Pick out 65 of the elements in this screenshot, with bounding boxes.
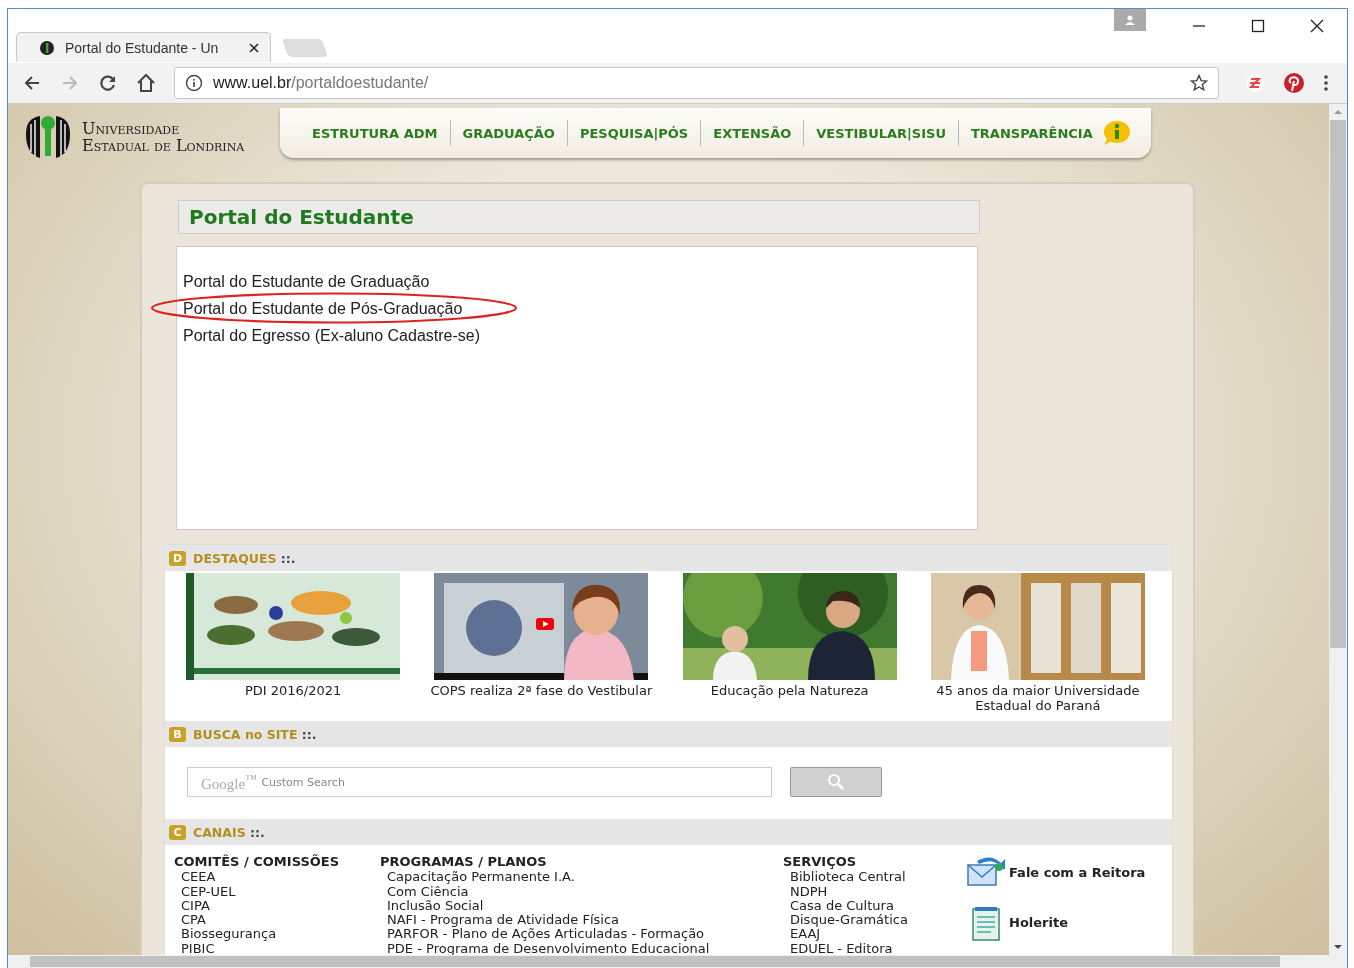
channel-link[interactable]: Capacitação Permanente I.A. — [380, 870, 783, 885]
channel-link[interactable]: PDE - Programa de Desenvolvimento Educacional — [380, 941, 783, 955]
scrollbar[interactable] — [8, 955, 1347, 968]
university-name: Universidade — [82, 120, 181, 137]
section-title: DESTAQUES ::. — [193, 550, 296, 566]
channel-link[interactable]: Com Ciência — [380, 884, 783, 899]
column-heading: PROGRAMAS / PLANOS — [380, 855, 548, 870]
reload-icon[interactable] — [98, 73, 118, 93]
channel-link[interactable]: Disque-Gramática — [783, 913, 965, 928]
channel-link[interactable]: NAFI - Programa de Atividade Física — [380, 913, 783, 928]
home-icon[interactable] — [136, 73, 156, 93]
thumbnail-caption[interactable]: Educação pela Natureza — [669, 683, 910, 698]
browser-tab[interactable]: Portal do Estudante - Un — [16, 32, 271, 62]
portal-link[interactable]: Portal do Egresso (Ex-aluno Cadastre-se) — [183, 327, 481, 344]
portal-link[interactable]: Portal do Estudante de Graduação — [183, 273, 430, 290]
channel-link[interactable]: Casa de Cultura — [783, 898, 965, 914]
university-name: Estadual de Londrina — [82, 137, 245, 154]
nav-link[interactable]: VESTIBULAR|SISU — [804, 125, 958, 141]
section-title: BUSCA no SITE ::. — [193, 726, 317, 742]
channel-link[interactable]: CEP-UEL — [174, 884, 380, 899]
channel-link[interactable]: CEEA — [174, 870, 380, 885]
page-title: Portal do Estudante — [178, 200, 980, 234]
nav-link[interactable]: PESQUISA|PÓS — [567, 125, 701, 141]
star-icon[interactable] — [1190, 74, 1208, 92]
close-icon[interactable] — [1310, 19, 1324, 33]
channel-link[interactable]: Biblioteca Central — [783, 870, 965, 885]
channel-link[interactable]: Fale com a Reitora — [965, 855, 1172, 891]
scroll-down-icon[interactable] — [1333, 943, 1343, 951]
section-title: CANAIS ::. — [193, 824, 265, 840]
maximize-icon[interactable] — [1251, 19, 1265, 33]
close-icon[interactable] — [248, 41, 260, 54]
channel-link[interactable]: Biossegurança — [174, 927, 380, 942]
channel-link[interactable]: CIPA — [174, 898, 380, 914]
extension-icon[interactable] — [1245, 73, 1265, 93]
address-bar[interactable]: www.uel.br/portaldoestudante/ — [174, 67, 1219, 99]
logo-icon — [39, 39, 55, 56]
channel-link[interactable]: Inclusão Social — [380, 898, 783, 914]
section-badge: C — [169, 824, 186, 840]
channel-link[interactable]: NDPH — [783, 884, 965, 899]
column-heading: COMITÊS / COMISSÕES — [174, 855, 341, 870]
scrollbar[interactable] — [1329, 104, 1347, 955]
info-icon — [185, 74, 203, 92]
pin-extension-icon[interactable] — [1283, 72, 1305, 94]
nav-link[interactable]: TRANSPARÊNCIA — [958, 125, 1105, 141]
thumbnail-caption[interactable]: 45 anos da maior Universidade Estadual do Paraná — [917, 683, 1158, 713]
column-heading: SERVIÇOS — [783, 855, 858, 870]
thumbnail-caption[interactable]: PDI 2016/2021 — [173, 683, 414, 698]
nav-link[interactable]: ESTRUTURA ADM — [300, 125, 450, 141]
menu-icon[interactable] — [1323, 74, 1329, 92]
channel-link[interactable]: PIBIC — [174, 941, 380, 955]
channel-link[interactable]: EAAJ — [783, 927, 965, 942]
search-icon — [827, 773, 845, 791]
channel-link[interactable]: EDUEL - Editora — [783, 941, 965, 955]
section-badge: D — [169, 550, 186, 566]
section-badge: B — [169, 726, 186, 742]
nav-link[interactable]: EXTENSÃO — [701, 125, 804, 141]
channel-link[interactable]: CPA — [174, 913, 380, 928]
channel-link[interactable]: PARFOR - Plano de Ações Articuladas - Formação — [380, 927, 783, 942]
tab-title: Portal do Estudante - Un — [65, 39, 220, 56]
thumbnail-caption[interactable]: COPS realiza 2ª fase do Vestibular — [421, 683, 662, 698]
channel-link[interactable]: Holerite — [965, 905, 1172, 941]
person-icon — [1124, 14, 1136, 26]
search-button[interactable] — [790, 767, 882, 797]
search-field[interactable]: Google$^{™}$ Custom Search — [187, 767, 772, 797]
nav-link[interactable]: GRADUAÇÃO — [450, 125, 567, 141]
